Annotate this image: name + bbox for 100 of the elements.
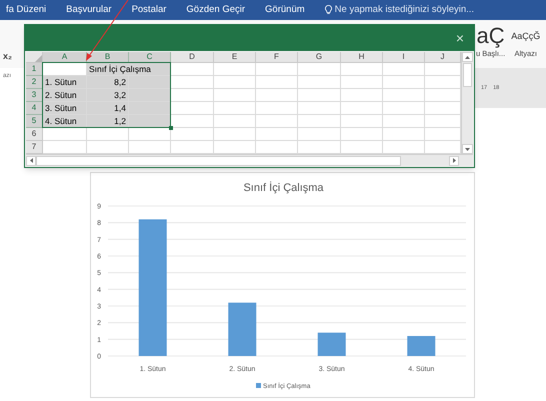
column-header[interactable]: I [383, 52, 425, 63]
table-cell[interactable] [298, 115, 341, 128]
row-header[interactable]: 6 [26, 128, 43, 141]
table-cell[interactable] [298, 141, 341, 154]
table-cell[interactable]: 3,2 [87, 89, 129, 102]
scroll-up-button[interactable] [462, 52, 473, 62]
table-cell[interactable] [425, 63, 461, 76]
table-cell[interactable] [298, 89, 341, 102]
column-header[interactable]: F [256, 52, 298, 63]
table-cell[interactable] [298, 63, 341, 76]
table-cell[interactable] [171, 141, 214, 154]
scroll-left-button[interactable] [26, 156, 36, 166]
table-cell[interactable] [171, 102, 214, 115]
table-cell[interactable] [425, 141, 461, 154]
ribbon-tab[interactable]: Görünüm [265, 2, 305, 18]
ribbon-tab[interactable]: fa Düzeni [6, 2, 46, 18]
column-header[interactable]: J [425, 52, 461, 63]
table-cell[interactable] [383, 76, 425, 89]
table-cell[interactable] [383, 89, 425, 102]
table-cell[interactable] [214, 128, 256, 141]
table-cell[interactable] [341, 128, 383, 141]
row-header[interactable]: 5 [26, 115, 43, 128]
table-cell[interactable] [171, 63, 214, 76]
column-header[interactable]: H [341, 52, 383, 63]
column-header[interactable]: A [43, 52, 87, 63]
tell-me-field[interactable]: Ne yapmak istediğinizi söyleyin... [334, 2, 474, 18]
subscript-button[interactable]: x₂ [3, 50, 12, 64]
table-cell[interactable] [256, 89, 298, 102]
table-cell[interactable] [214, 89, 256, 102]
table-cell[interactable] [383, 102, 425, 115]
table-cell[interactable] [256, 115, 298, 128]
table-cell[interactable] [383, 63, 425, 76]
column-header[interactable]: E [214, 52, 256, 63]
table-cell[interactable] [298, 128, 341, 141]
column-header[interactable]: C [129, 52, 171, 63]
column-header[interactable]: G [298, 52, 341, 63]
table-cell[interactable]: 1. Sütun [43, 76, 87, 89]
horizontal-scroll-thumb[interactable] [36, 156, 401, 166]
table-cell[interactable]: 3. Sütun [43, 102, 87, 115]
scroll-thumb[interactable] [463, 63, 472, 87]
table-cell[interactable] [43, 63, 87, 76]
row-header[interactable]: 2 [26, 76, 43, 89]
table-cell[interactable] [87, 141, 129, 154]
table-cell[interactable] [129, 141, 171, 154]
table-cell[interactable] [214, 141, 256, 154]
table-cell[interactable] [129, 89, 171, 102]
table-cell[interactable]: Sınıf İçi Çalışma [87, 63, 171, 76]
scroll-right-button[interactable] [449, 156, 459, 166]
table-cell[interactable] [171, 115, 214, 128]
ribbon-tab[interactable]: Başvurular [66, 2, 112, 18]
table-cell[interactable] [341, 102, 383, 115]
table-cell[interactable] [256, 128, 298, 141]
table-cell[interactable] [214, 115, 256, 128]
table-cell[interactable] [87, 128, 129, 141]
row-header[interactable]: 1 [26, 63, 43, 76]
table-cell[interactable] [171, 76, 214, 89]
table-cell[interactable] [383, 128, 425, 141]
table-cell[interactable] [341, 141, 383, 154]
table-cell[interactable] [341, 115, 383, 128]
table-cell[interactable] [256, 102, 298, 115]
table-cell[interactable]: 8,2 [87, 76, 129, 89]
table-cell[interactable] [341, 76, 383, 89]
vertical-scrollbar[interactable] [461, 52, 473, 154]
row-header[interactable]: 4 [26, 102, 43, 115]
table-cell[interactable] [256, 76, 298, 89]
table-cell[interactable] [256, 63, 298, 76]
horizontal-scrollbar[interactable] [26, 154, 473, 166]
table-cell[interactable] [214, 102, 256, 115]
table-cell[interactable]: 2. Sütun [43, 89, 87, 102]
table-cell[interactable] [214, 63, 256, 76]
table-cell[interactable] [425, 128, 461, 141]
table-cell[interactable] [425, 89, 461, 102]
table-cell[interactable] [214, 76, 256, 89]
table-cell[interactable] [171, 128, 214, 141]
table-cell[interactable]: 1,4 [87, 102, 129, 115]
table-cell[interactable] [383, 115, 425, 128]
close-button[interactable]: × [456, 31, 464, 45]
table-cell[interactable]: 4. Sütun [43, 115, 87, 128]
table-cell[interactable] [129, 115, 171, 128]
table-cell[interactable] [171, 89, 214, 102]
table-cell[interactable] [43, 128, 87, 141]
table-cell[interactable] [43, 141, 87, 154]
table-cell[interactable] [383, 141, 425, 154]
table-cell[interactable] [129, 76, 171, 89]
ribbon-tab[interactable]: Gözden Geçir [186, 2, 246, 18]
table-cell[interactable] [341, 63, 383, 76]
table-cell[interactable] [256, 141, 298, 154]
table-cell[interactable] [129, 102, 171, 115]
table-cell[interactable]: 1,2 [87, 115, 129, 128]
ribbon-tab[interactable]: Postalar [132, 2, 166, 18]
row-header[interactable]: 3 [26, 89, 43, 102]
table-cell[interactable] [341, 89, 383, 102]
column-header[interactable]: D [171, 52, 214, 63]
table-cell[interactable] [425, 115, 461, 128]
table-cell[interactable] [129, 128, 171, 141]
table-cell[interactable] [425, 102, 461, 115]
table-cell[interactable] [425, 76, 461, 89]
scroll-down-button[interactable] [462, 144, 473, 154]
table-cell[interactable] [298, 102, 341, 115]
table-cell[interactable] [298, 76, 341, 89]
